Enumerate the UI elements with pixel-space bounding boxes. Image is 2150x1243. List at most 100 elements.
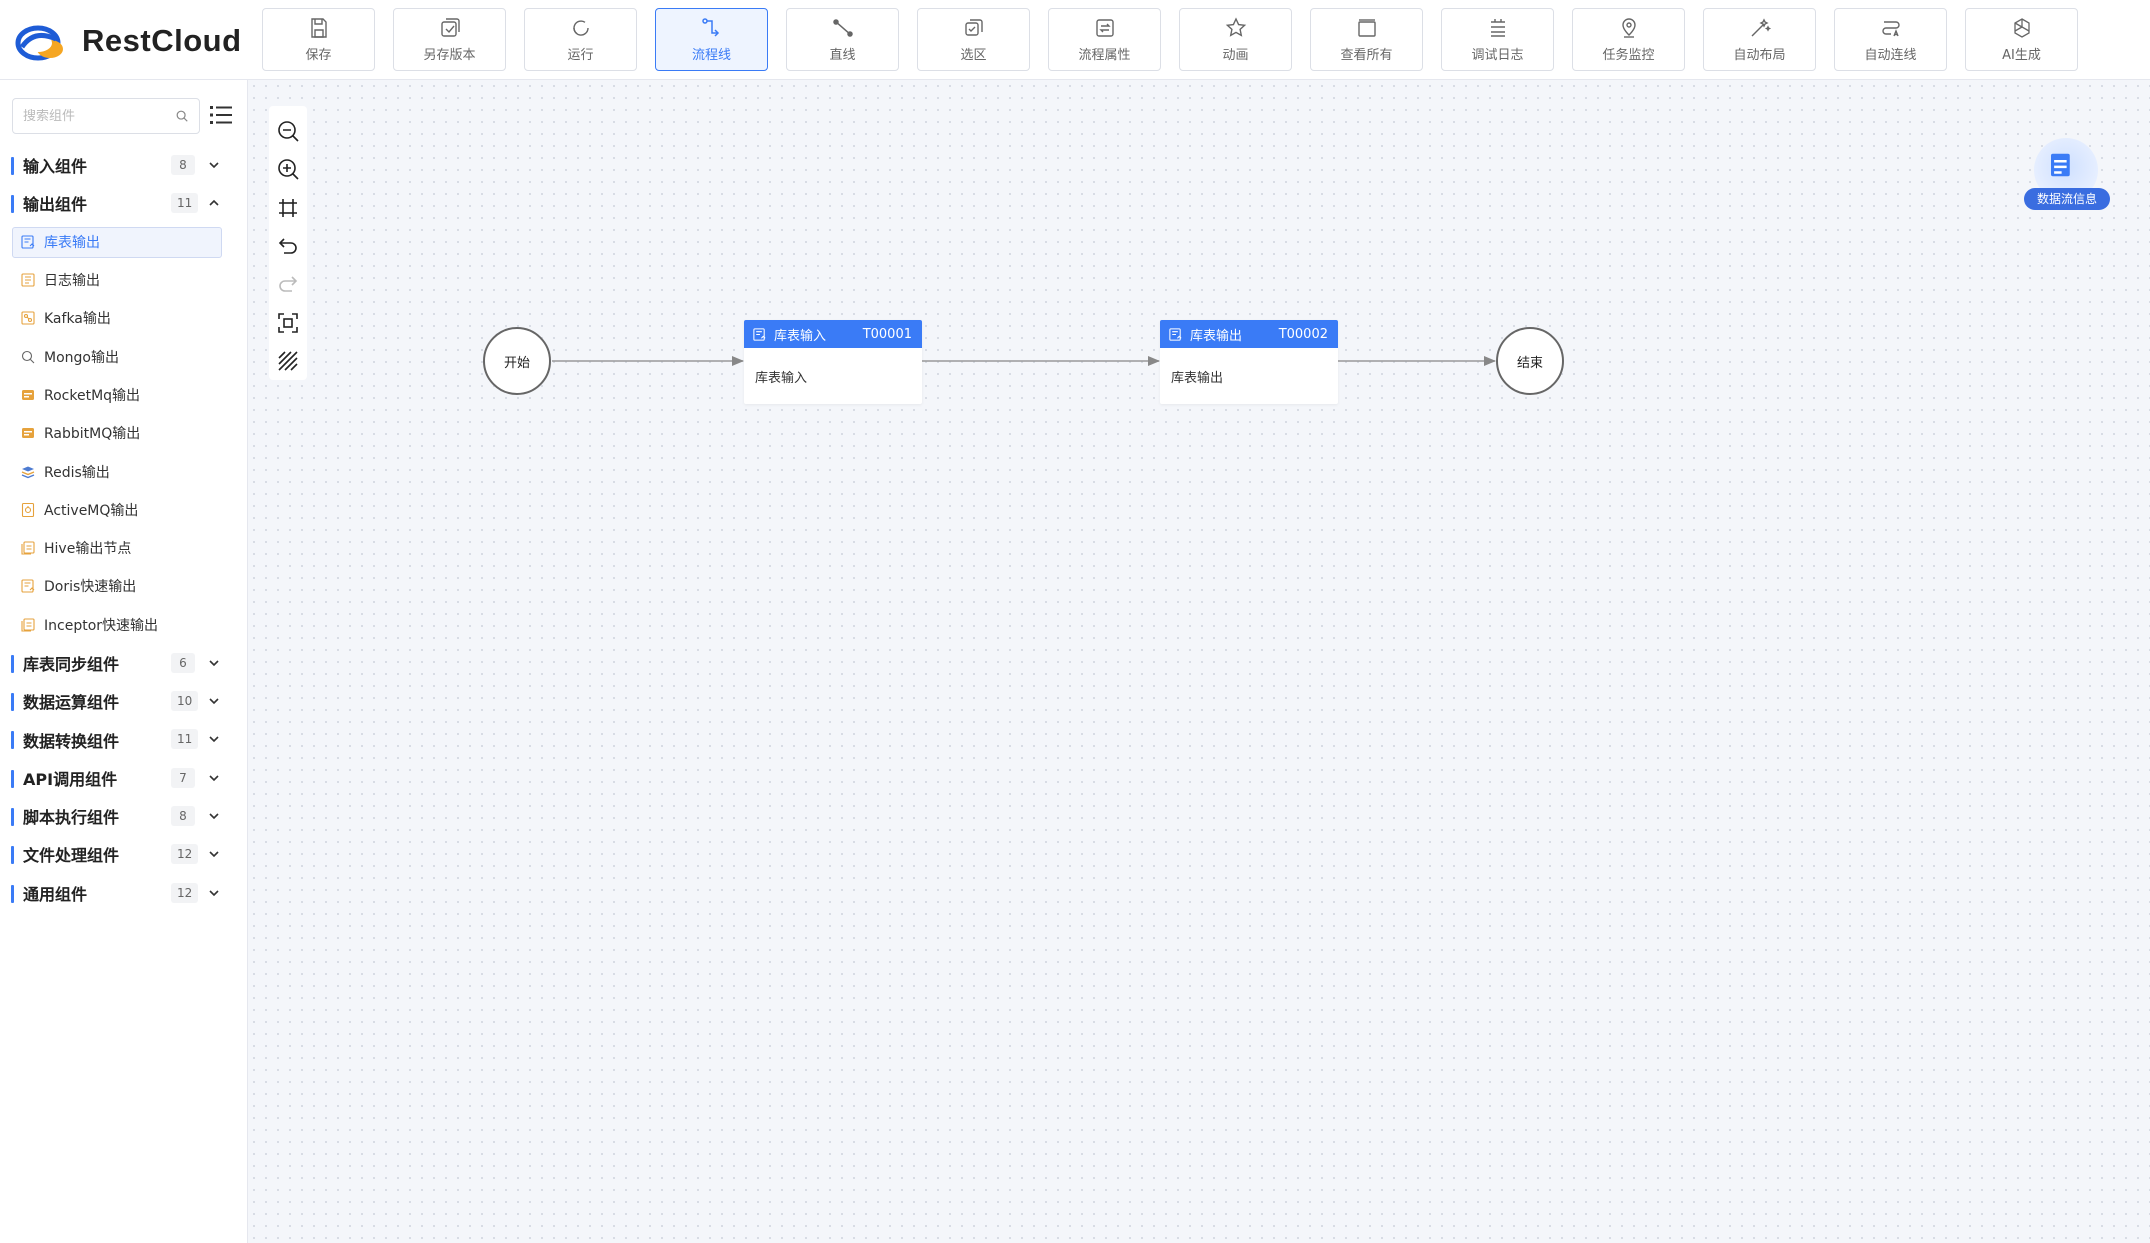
save-version-label: 另存版本	[423, 48, 476, 63]
animation-icon	[1225, 17, 1246, 37]
undo-icon	[278, 238, 297, 254]
group-count-badge: 12	[171, 844, 199, 865]
component-item-label: Redis输出	[44, 464, 110, 481]
component-search-input[interactable]	[23, 108, 175, 124]
component-item-label: RocketMq输出	[44, 387, 141, 404]
chevron-down-icon	[209, 736, 219, 743]
fit-view-button[interactable]	[272, 189, 304, 227]
straight-line-icon	[832, 19, 853, 37]
group-title: 通用组件	[23, 884, 88, 904]
group-input-components[interactable]: 输入组件 8	[0, 146, 248, 184]
end-node[interactable]: 结束	[1496, 327, 1564, 395]
select-area-button[interactable]: 选区	[917, 8, 1030, 71]
component-groups: 输入组件 8 输出组件 11 库表输出 日志输出 Kafka输出 Mongo输出	[0, 146, 248, 912]
group-count-badge: 6	[171, 652, 195, 673]
animation-button[interactable]: 动画	[1179, 8, 1292, 71]
group-file-processing-components[interactable]: 文件处理组件 12	[0, 835, 248, 873]
component-item-doris-fast-output[interactable]: Doris快速输出	[0, 567, 248, 605]
component-item-activemq-output[interactable]: ActiveMQ输出	[0, 491, 248, 529]
straight-line-button[interactable]: 直线	[786, 8, 899, 71]
table-output-icon	[1169, 327, 1182, 341]
component-item-mongo-output[interactable]: Mongo输出	[0, 337, 248, 375]
debug-log-label: 调试日志	[1471, 48, 1524, 63]
view-all-icon	[1357, 19, 1376, 37]
kafka-output-icon	[21, 311, 35, 325]
search-icon[interactable]	[175, 109, 189, 123]
inceptor-output-icon	[21, 618, 35, 632]
dataflow-info-widget[interactable]: 数据流信息	[2024, 136, 2112, 212]
debug-log-button[interactable]: 调试日志	[1441, 8, 1554, 71]
data-sheet-icon	[2051, 153, 2070, 177]
component-item-kafka-output[interactable]: Kafka输出	[0, 299, 248, 337]
component-item-label: Mongo输出	[44, 349, 119, 366]
chevron-down-icon	[209, 698, 219, 705]
component-item-hive-output[interactable]: Hive输出节点	[0, 529, 248, 567]
task-node-table-output[interactable]: 库表输出 T00002 库表输出	[1160, 320, 1338, 404]
flow-line-label: 流程线	[691, 48, 731, 63]
grid-toggle-button[interactable]	[272, 342, 304, 380]
group-general-components[interactable]: 通用组件 12	[0, 874, 248, 912]
component-item-log-output[interactable]: 日志输出	[0, 261, 248, 299]
task-node-id: T00002	[1278, 326, 1328, 342]
group-title: 文件处理组件	[23, 846, 120, 866]
brand-logo: RestCloud	[14, 18, 242, 64]
chevron-down-icon	[209, 813, 219, 820]
task-node-title: 库表输入	[774, 328, 827, 344]
zoom-in-button[interactable]	[272, 150, 304, 188]
component-item-rocketmq-output[interactable]: RocketMq输出	[0, 376, 248, 414]
group-data-compute-components[interactable]: 数据运算组件 10	[0, 682, 248, 720]
group-data-transform-components[interactable]: 数据转换组件 11	[0, 720, 248, 758]
top-header: RestCloud 保存 另存版本 运行 流程线 直线 选区 流程属性 动画 查…	[0, 0, 2150, 80]
doris-output-icon	[21, 579, 35, 593]
actual-size-button[interactable]	[272, 303, 304, 341]
start-node[interactable]: 开始	[483, 327, 551, 395]
fit-view-icon	[279, 198, 297, 217]
component-item-label: Kafka输出	[44, 311, 111, 328]
task-node-body: 库表输入	[755, 371, 808, 386]
component-item-table-output[interactable]: 库表输出	[0, 223, 248, 261]
task-monitor-button[interactable]: 任务监控	[1572, 8, 1685, 71]
redo-button[interactable]	[272, 265, 304, 303]
group-output-components[interactable]: 输出组件 11	[0, 184, 248, 222]
hive-output-icon	[21, 541, 35, 555]
group-title: API调用组件	[23, 769, 118, 789]
group-count-badge: 8	[171, 806, 195, 827]
flow-line-button[interactable]: 流程线	[655, 8, 768, 71]
component-item-inceptor-fast-output[interactable]: Inceptor快速输出	[0, 606, 248, 644]
component-item-redis-output[interactable]: Redis输出	[0, 452, 248, 490]
ai-generate-button[interactable]: AI生成	[1965, 8, 2078, 71]
flow-canvas[interactable]	[248, 80, 2150, 1243]
save-version-button[interactable]: 另存版本	[393, 8, 506, 71]
grid-pattern-icon	[278, 351, 298, 371]
group-script-exec-components[interactable]: 脚本执行组件 8	[0, 797, 248, 835]
zoom-out-icon	[278, 121, 299, 142]
auto-layout-label: 自动布局	[1733, 48, 1786, 63]
rabbitmq-output-icon	[22, 428, 34, 439]
group-table-sync-components[interactable]: 库表同步组件 6	[0, 644, 248, 682]
auto-layout-icon	[1751, 18, 1771, 37]
flow-properties-button[interactable]: 流程属性	[1048, 8, 1161, 71]
task-node-table-input[interactable]: 库表输入 T00001 库表输入	[744, 320, 922, 404]
zoom-out-button[interactable]	[272, 112, 304, 150]
save-label: 保存	[305, 48, 332, 63]
save-button[interactable]: 保存	[262, 8, 375, 71]
select-area-icon	[964, 19, 983, 36]
group-api-call-components[interactable]: API调用组件 7	[0, 759, 248, 797]
list-view-icon[interactable]	[208, 102, 234, 128]
end-node-label: 结束	[1516, 355, 1543, 371]
auto-connect-button[interactable]: 自动连线	[1834, 8, 1947, 71]
group-title: 数据转换组件	[23, 731, 120, 751]
component-item-label: ActiveMQ输出	[44, 502, 139, 519]
auto-layout-button[interactable]: 自动布局	[1703, 8, 1816, 71]
undo-button[interactable]	[272, 227, 304, 265]
task-node-header: 库表输出 T00002	[1160, 320, 1338, 348]
flow-properties-label: 流程属性	[1078, 48, 1131, 63]
view-all-label: 查看所有	[1340, 48, 1393, 63]
save-version-icon	[440, 18, 460, 37]
component-item-rabbitmq-output[interactable]: RabbitMQ输出	[0, 414, 248, 452]
chevron-down-icon	[209, 162, 219, 169]
auto-connect-label: 自动连线	[1864, 48, 1917, 63]
run-button[interactable]: 运行	[524, 8, 637, 71]
component-item-label: Doris快速输出	[44, 579, 137, 596]
view-all-button[interactable]: 查看所有	[1310, 8, 1423, 71]
